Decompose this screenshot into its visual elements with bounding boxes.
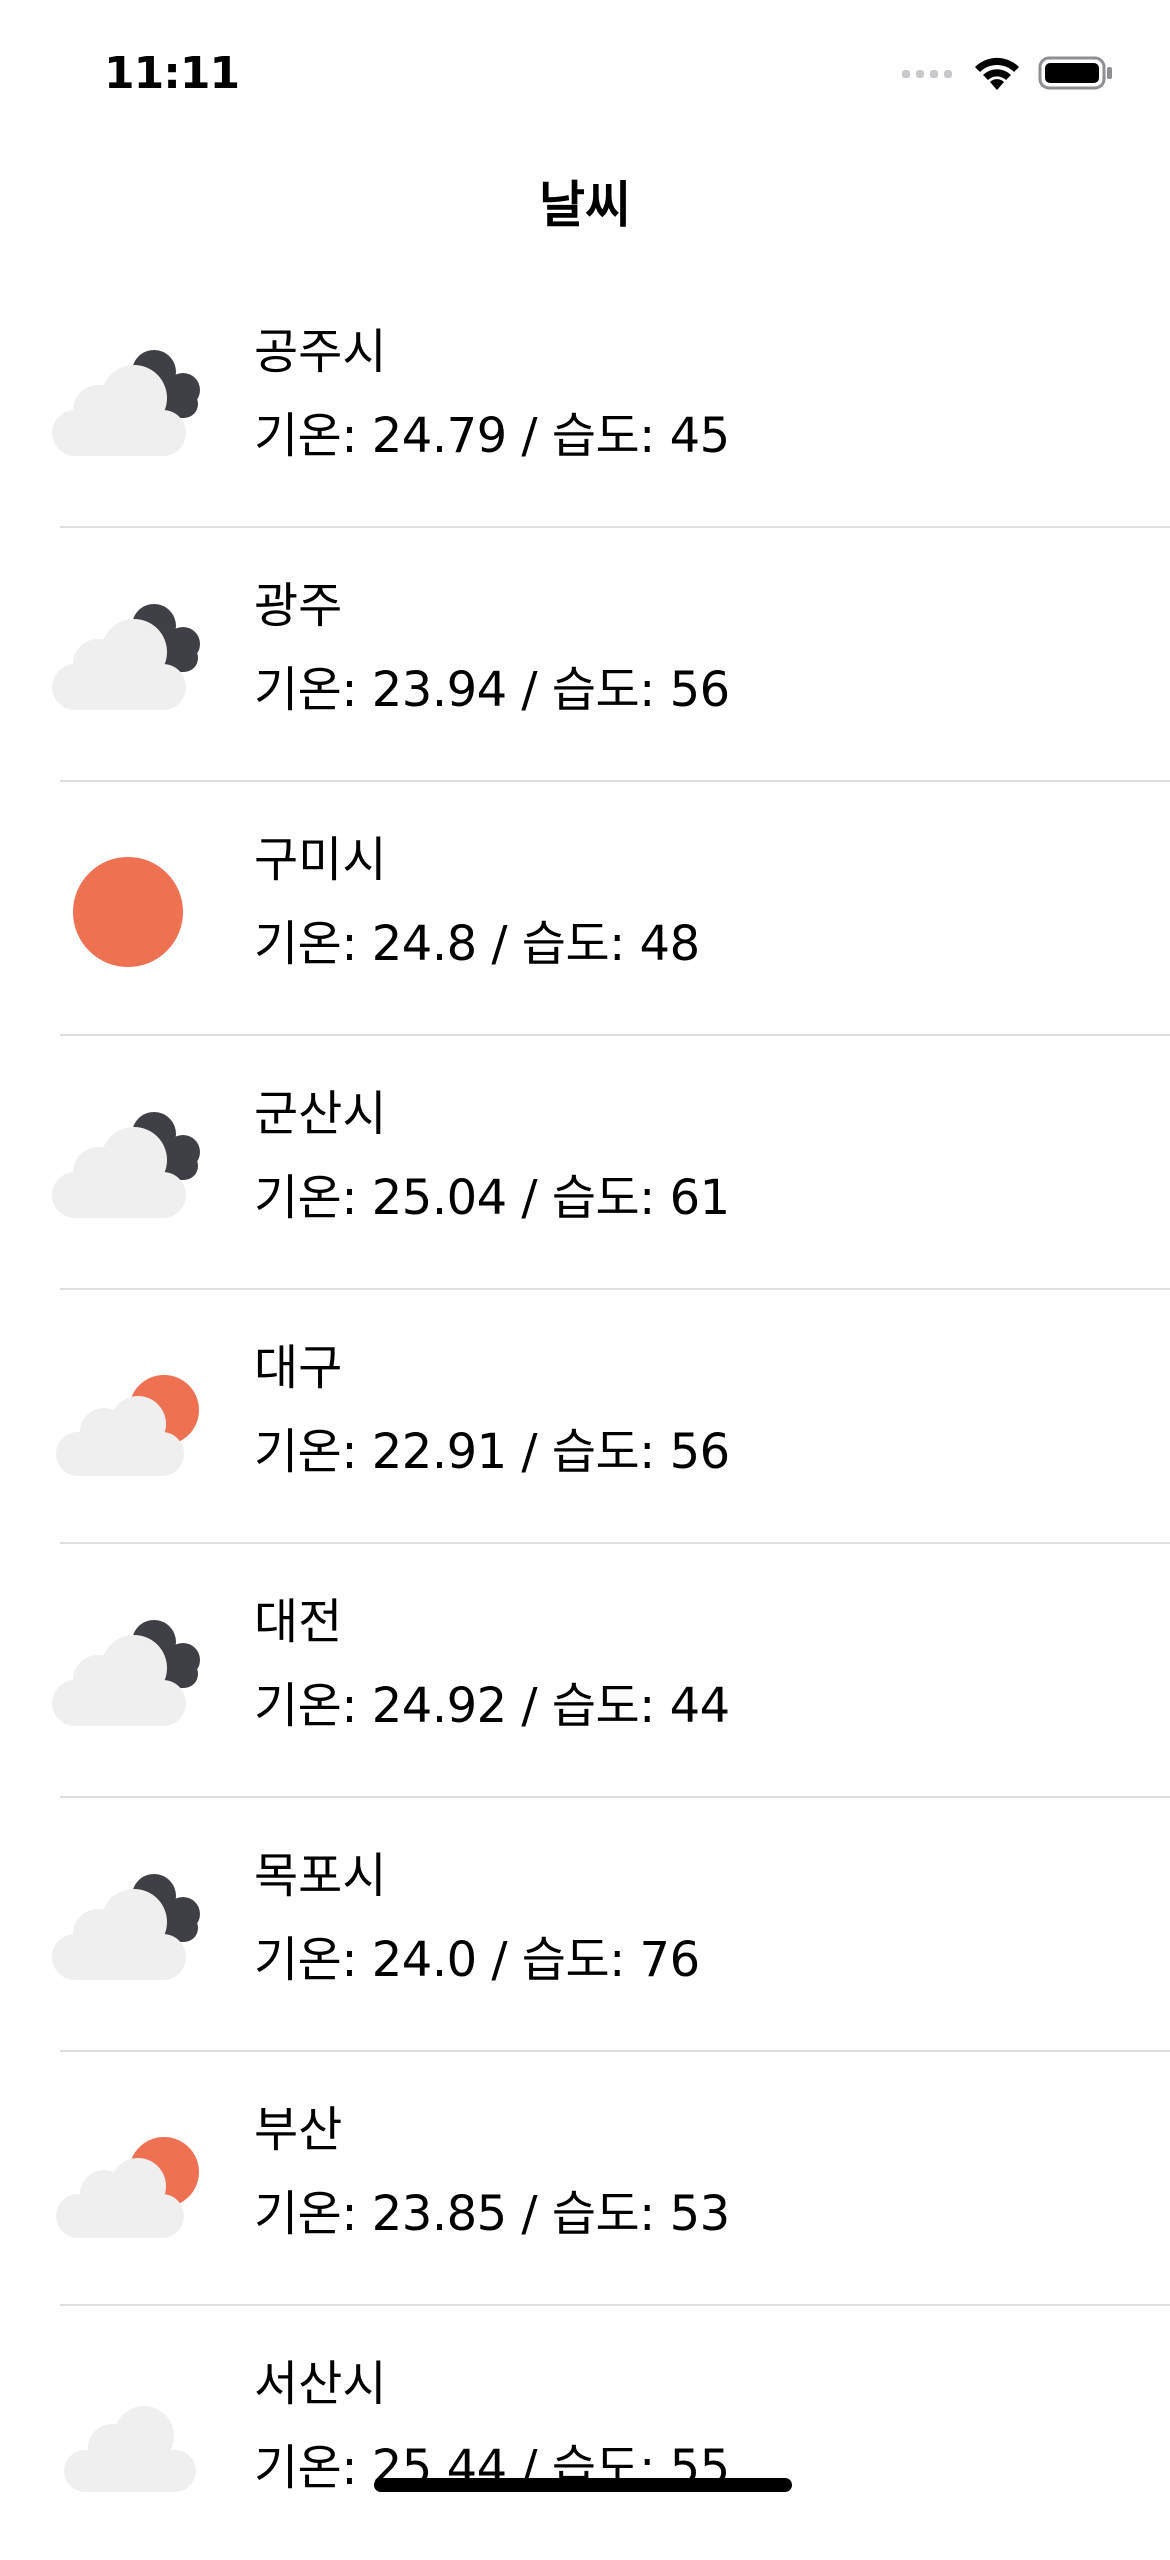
cloudy-dark-icon <box>46 338 216 468</box>
weather-detail: 기온: 22.91 / 습도: 56 <box>254 1424 730 1480</box>
page-title: 날씨 <box>539 176 631 234</box>
city-name: 군산시 <box>254 1086 387 1142</box>
city-name: 목포시 <box>254 1848 387 1904</box>
city-name: 부산 <box>254 2102 343 2158</box>
status-bar: 11:11 <box>0 0 1170 150</box>
cloudy-dark-icon <box>46 592 216 722</box>
weather-detail: 기온: 24.0 / 습도: 76 <box>254 1932 700 1988</box>
navigation-bar: 날씨 <box>0 160 1170 250</box>
cloudy-dark-icon <box>46 1608 216 1738</box>
weather-detail: 기온: 23.94 / 습도: 56 <box>254 662 730 718</box>
weather-detail: 기온: 23.85 / 습도: 53 <box>254 2186 730 2242</box>
home-indicator[interactable] <box>374 2478 792 2492</box>
list-item[interactable]: 부산 기온: 23.85 / 습도: 53 <box>0 2052 1170 2306</box>
weather-list[interactable]: 공주시 기온: 24.79 / 습도: 45 광주 기온: 23.94 / 습도… <box>0 274 1170 2560</box>
city-name: 대구 <box>254 1340 343 1396</box>
city-name: 대전 <box>254 1594 343 1650</box>
city-name: 공주시 <box>254 324 387 380</box>
cellular-signal-icon <box>902 65 956 85</box>
status-time: 11:11 <box>104 48 240 99</box>
list-item[interactable]: 공주시 기온: 24.79 / 습도: 45 <box>0 274 1170 528</box>
partly-cloudy-icon <box>46 2116 216 2246</box>
cloudy-dark-icon <box>46 1100 216 1230</box>
list-item[interactable]: 목포시 기온: 24.0 / 습도: 76 <box>0 1798 1170 2052</box>
sunny-icon <box>46 846 216 976</box>
weather-detail: 기온: 24.8 / 습도: 48 <box>254 916 700 972</box>
weather-detail: 기온: 25.04 / 습도: 61 <box>254 1170 730 1226</box>
list-item[interactable]: 서산시 기온: 25.44 / 습도: 55 <box>0 2306 1170 2560</box>
wifi-icon <box>972 54 1022 96</box>
battery-icon <box>1038 54 1114 96</box>
city-name: 서산시 <box>254 2356 387 2412</box>
list-item[interactable]: 구미시 기온: 24.8 / 습도: 48 <box>0 782 1170 1036</box>
city-name: 구미시 <box>254 832 387 888</box>
list-item[interactable]: 광주 기온: 23.94 / 습도: 56 <box>0 528 1170 782</box>
partly-cloudy-icon <box>46 1354 216 1484</box>
city-name: 광주 <box>254 578 343 634</box>
list-item[interactable]: 대전 기온: 24.92 / 습도: 44 <box>0 1544 1170 1798</box>
weather-detail: 기온: 24.92 / 습도: 44 <box>254 1678 730 1734</box>
list-item[interactable]: 군산시 기온: 25.04 / 습도: 61 <box>0 1036 1170 1290</box>
status-icons <box>902 50 1114 100</box>
cloud-icon <box>46 2370 216 2500</box>
weather-detail: 기온: 24.79 / 습도: 45 <box>254 408 730 464</box>
cloudy-dark-icon <box>46 1862 216 1992</box>
list-item[interactable]: 대구 기온: 22.91 / 습도: 56 <box>0 1290 1170 1544</box>
